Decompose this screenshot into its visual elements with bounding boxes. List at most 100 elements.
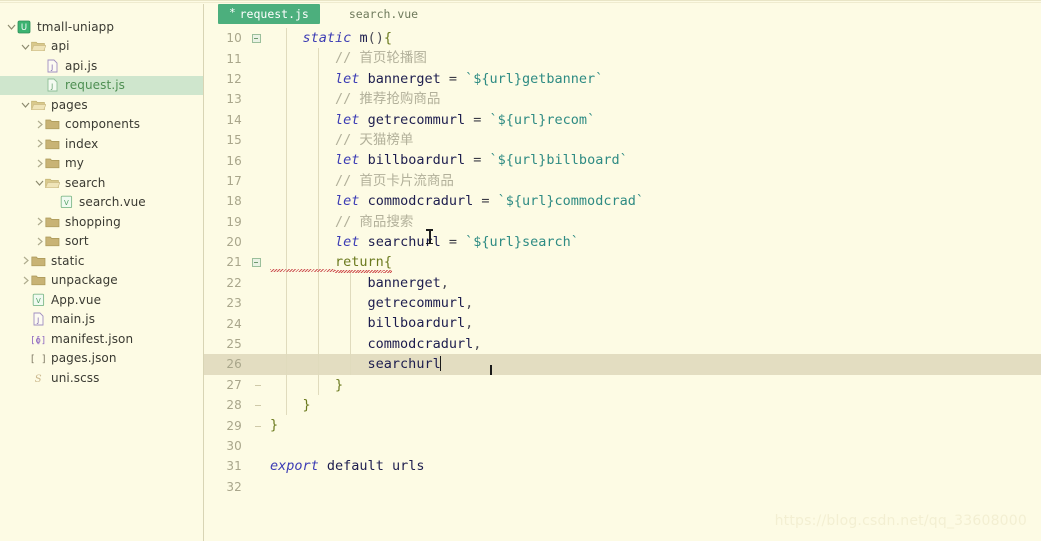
token-comma: , (465, 295, 474, 312)
tree-item-static[interactable]: static (0, 251, 203, 271)
vue-file-icon: V (59, 195, 74, 209)
tree-item-label: pages (51, 97, 88, 112)
tree-item-shopping[interactable]: shopping (0, 212, 203, 232)
token-comma: , (473, 335, 482, 352)
chevron-right-icon[interactable] (34, 158, 45, 169)
token-operator: = (448, 233, 457, 250)
chevron-right-icon[interactable] (34, 119, 45, 130)
tree-item-search-vue[interactable]: V search.vue (0, 193, 203, 213)
token-brace-open: { (383, 30, 392, 46)
token-brace-close: } (270, 417, 279, 434)
svg-text:J: J (50, 63, 53, 71)
folder-closed-icon (45, 156, 60, 170)
chevron-down-icon[interactable] (20, 99, 31, 110)
tree-item-unpackage[interactable]: unpackage (0, 271, 203, 291)
tree-item-index[interactable]: index (0, 134, 203, 154)
token-brace-close: } (335, 376, 344, 393)
code-line[interactable]: 25 commodcradurl, (204, 333, 1041, 355)
tree-item-label: static (51, 253, 85, 268)
code-line[interactable]: 17 // 首页卡片流商品 (204, 170, 1041, 192)
tree-item-uni-scss[interactable]: S uni.scss (0, 368, 203, 388)
tree-item-label: api (51, 39, 70, 54)
tree-item-tmall-uniapp[interactable]: U tmall-uniapp (0, 17, 203, 37)
tree-item-pages-json[interactable]: [ ] pages.json (0, 349, 203, 369)
line-number: 21 (226, 255, 242, 270)
code-line[interactable]: 15 // 天猫榜单 (204, 129, 1041, 151)
code-line[interactable]: 29 } (204, 415, 1041, 435)
code-line[interactable]: 14 let getrecommurl = `${url}recom` (204, 109, 1041, 130)
code-line[interactable]: 21 return{ (204, 252, 1041, 273)
code-line[interactable]: 11 // 首页轮播图 (204, 48, 1041, 69)
tree-item-api[interactable]: api (0, 37, 203, 57)
token-parens: () (367, 30, 384, 46)
tree-item-label: my (65, 156, 84, 171)
chevron-down-icon[interactable] (6, 21, 17, 32)
tree-item-request-js[interactable]: J request.js (0, 75, 203, 95)
code-line-current[interactable]: 26 searchurl (204, 354, 1041, 375)
code-line[interactable]: 23 getrecommurl, (204, 293, 1041, 314)
tree-item-manifest-json[interactable]: [[o] manifest.json (0, 329, 203, 349)
tree-item-label: manifest.json (51, 331, 134, 346)
line-number: 26 (226, 357, 242, 372)
chevron-right-icon[interactable] (20, 255, 31, 266)
token-keyword-let: let (335, 193, 360, 210)
code-line[interactable]: 24 billboardurl, (204, 313, 1041, 334)
tree-item-my[interactable]: my (0, 154, 203, 174)
chevron-right-icon[interactable] (34, 236, 45, 247)
svg-text:J: J (36, 317, 39, 325)
tree-item-search[interactable]: search (0, 173, 203, 193)
code-line-text: billboardurl, (264, 313, 1041, 334)
token-comment: // 天猫榜单 (335, 131, 414, 148)
code-line[interactable]: 13 // 推荐抢购商品 (204, 89, 1041, 110)
code-line[interactable]: 20 let searchurl = `${url}search` (204, 231, 1041, 253)
tab-request-js[interactable]: * request.js (218, 4, 320, 24)
code-line[interactable]: 30 (204, 436, 1041, 456)
code-line-text: } (264, 395, 1041, 416)
chevron-down-icon[interactable] (34, 177, 45, 188)
tab-label: request.js (239, 7, 309, 21)
svg-text:V: V (64, 199, 69, 207)
code-line-text: // 首页轮播图 (264, 48, 1041, 69)
svg-text:[ ]: [ ] (31, 354, 46, 365)
line-number: 19 (226, 214, 242, 229)
code-line[interactable]: 31 export default urls (204, 456, 1041, 476)
tree-item-components[interactable]: components (0, 115, 203, 135)
code-line[interactable]: 12 let bannerget = `${url}getbanner` (204, 68, 1041, 90)
code-line[interactable]: 27 } (204, 364, 1041, 396)
token-comment: // 首页卡片流商品 (335, 172, 454, 189)
token-variable: commodcradurl (367, 335, 474, 352)
code-line[interactable]: 10 static m(){ (204, 28, 1041, 49)
fold-marker-open[interactable] (248, 257, 264, 267)
tree-item-sort[interactable]: sort (0, 232, 203, 252)
js-file-icon: J (31, 312, 46, 326)
code-line[interactable]: 28 } (204, 395, 1041, 416)
folder-open-icon (45, 176, 60, 190)
tab-search-vue[interactable]: search.vue (338, 4, 429, 24)
code-line-text: return{ (264, 252, 1041, 273)
tree-item-label: shopping (65, 214, 121, 229)
tree-item-main-js[interactable]: J main.js (0, 310, 203, 330)
code-line-text: getrecommurl, (264, 293, 1041, 314)
chevron-down-icon[interactable] (20, 41, 31, 52)
code-line-text: let searchurl = `${url}search` (264, 231, 1041, 253)
code-line[interactable]: 22 bannerget, (204, 272, 1041, 294)
token-keyword-let: let (335, 70, 360, 87)
token-variable: billboardurl (367, 315, 466, 332)
code-line[interactable]: 32 (204, 477, 1041, 497)
chevron-right-icon[interactable] (34, 138, 45, 149)
chevron-right-icon[interactable] (34, 216, 45, 227)
token-variable: commodcradurl (367, 193, 474, 210)
modified-indicator-icon: * (229, 5, 236, 19)
tree-item-api-js[interactable]: J api.js (0, 56, 203, 76)
tree-item-app-vue[interactable]: V App.vue (0, 290, 203, 310)
code-line[interactable]: 18 let commodcradurl = `${url}commodcrad… (204, 191, 1041, 212)
code-editor[interactable]: 10 static m(){ 11 // 首页轮播图 12 let banner… (204, 28, 1041, 541)
fold-marker-open[interactable] (248, 33, 264, 43)
code-line-text: let billboardurl = `${url}billboard` (264, 150, 1041, 171)
code-line[interactable]: 16 let billboardurl = `${url}billboard` (204, 150, 1041, 171)
chevron-right-icon[interactable] (20, 275, 31, 286)
tree-item-pages[interactable]: pages (0, 95, 203, 115)
code-line[interactable]: 19 // 商品搜索 (204, 211, 1041, 232)
folder-closed-icon (31, 254, 46, 268)
line-number: 14 (226, 112, 242, 127)
